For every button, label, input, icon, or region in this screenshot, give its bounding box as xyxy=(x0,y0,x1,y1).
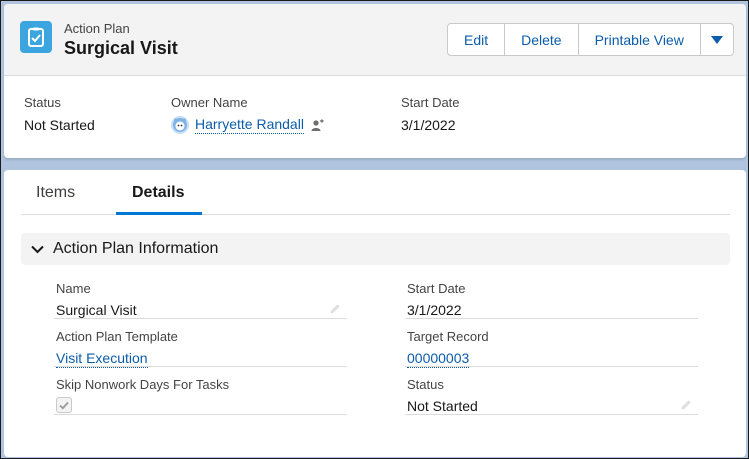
status-value: Not Started xyxy=(24,117,95,133)
highlight-start-date: Start Date 3/1/2022 xyxy=(401,95,460,133)
target-record-label: Target Record xyxy=(407,329,489,344)
app-frame: Action Plan Surgical Visit Edit Delete P… xyxy=(0,0,749,459)
start-date-value: 3/1/2022 xyxy=(407,302,462,318)
active-tab-indicator xyxy=(116,212,202,215)
template-label: Action Plan Template xyxy=(56,329,178,344)
edit-button[interactable]: Edit xyxy=(448,24,506,55)
status-label: Status xyxy=(407,377,444,392)
owner-label: Owner Name xyxy=(171,95,248,110)
name-value: Surgical Visit xyxy=(56,302,137,318)
field-status: Status Not Started xyxy=(405,370,698,415)
tab-items[interactable]: Items xyxy=(36,184,75,202)
detail-card: Items Details Action Plan Information Na… xyxy=(4,170,746,457)
field-action-plan-template: Action Plan Template Visit Execution xyxy=(54,322,347,368)
delete-button[interactable]: Delete xyxy=(505,24,579,55)
more-actions-button[interactable] xyxy=(700,24,733,55)
tab-details[interactable]: Details xyxy=(132,184,184,202)
printable-view-button[interactable]: Printable View xyxy=(578,24,701,55)
start-date-value: 3/1/2022 xyxy=(401,117,456,133)
section-title: Action Plan Information xyxy=(53,240,219,257)
template-link[interactable]: Visit Execution xyxy=(56,350,148,368)
highlight-status: Status Not Started xyxy=(24,95,95,133)
record-title: Surgical Visit xyxy=(64,38,178,58)
section-header[interactable]: Action Plan Information xyxy=(21,233,730,265)
check-icon xyxy=(59,401,69,409)
status-label: Status xyxy=(24,95,61,110)
change-owner-icon[interactable] xyxy=(310,118,324,132)
field-skip-nonwork-days: Skip Nonwork Days For Tasks xyxy=(54,370,347,415)
action-button-group: Edit Delete Printable View xyxy=(447,23,734,56)
pencil-icon[interactable] xyxy=(329,303,341,315)
owner-link[interactable]: Harryette Randall xyxy=(195,116,304,134)
skip-nonwork-checkbox xyxy=(56,397,72,413)
record-header: Action Plan Surgical Visit Edit Delete P… xyxy=(4,4,746,158)
owner-value-row: Harryette Randall xyxy=(171,116,324,134)
highlight-owner: Owner Name Harryette Randall xyxy=(171,95,324,134)
object-label: Action Plan xyxy=(64,21,130,36)
start-date-label: Start Date xyxy=(407,281,466,296)
field-start-date: Start Date 3/1/2022 xyxy=(405,274,698,319)
field-target-record: Target Record 00000003 xyxy=(405,322,698,368)
pencil-icon[interactable] xyxy=(680,399,692,411)
header-top: Action Plan Surgical Visit Edit Delete P… xyxy=(4,4,746,76)
action-plan-icon xyxy=(20,21,52,53)
tab-bar: Items Details xyxy=(21,170,730,215)
start-date-label: Start Date xyxy=(401,95,460,110)
target-record-link[interactable]: 00000003 xyxy=(407,350,470,368)
field-name: Name Surgical Visit xyxy=(54,274,347,319)
avatar-icon xyxy=(171,116,189,134)
status-value: Not Started xyxy=(407,398,478,414)
chevron-down-icon xyxy=(31,242,45,256)
skip-nonwork-label: Skip Nonwork Days For Tasks xyxy=(56,377,230,392)
name-label: Name xyxy=(56,281,91,296)
chevron-down-icon xyxy=(710,35,723,44)
